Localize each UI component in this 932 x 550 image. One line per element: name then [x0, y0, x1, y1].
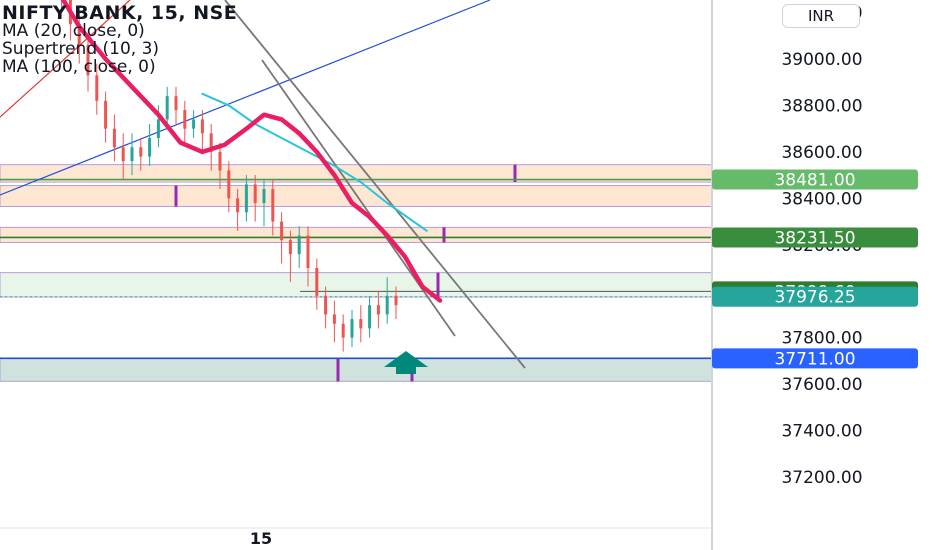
candle-body-38	[332, 314, 336, 324]
candle-body-17	[148, 137, 152, 157]
candle-body-16	[139, 147, 143, 157]
candle-body-26	[227, 170, 231, 199]
price-tick-3: 38600.00	[781, 143, 862, 163]
price-chart[interactable]: 39200.0039000.0038800.0038600.0038400.00…	[0, 0, 932, 550]
candle-body-33	[288, 240, 292, 255]
candle-body-41	[359, 319, 363, 329]
trendline-gray-1	[224, 0, 526, 369]
candle-body-39	[341, 323, 345, 338]
price-tick-8: 37400.00	[781, 422, 862, 442]
price-tick-9: 37200.00	[781, 468, 862, 488]
indicator-ma100-label[interactable]: MA (100, close, 0)	[2, 58, 237, 76]
candle-body-42	[368, 305, 372, 329]
candle-body-45	[394, 295, 398, 306]
candle-body-34	[297, 235, 301, 255]
candle-body-30	[262, 189, 266, 203]
chart-legend: NIFTY BANK, 15, NSE MA (20, close, 0) Su…	[2, 2, 238, 77]
ma100-line	[201, 92, 428, 232]
candle-body-27	[236, 198, 240, 213]
candle-body-37	[324, 295, 328, 315]
candle-body-20	[174, 96, 178, 111]
price-label-1: 38231.50	[774, 228, 855, 248]
candle-body-11	[95, 75, 99, 101]
currency-button[interactable]: INR	[782, 4, 860, 28]
candle-body-21	[183, 110, 187, 129]
time-tick-0: 15	[250, 529, 272, 548]
candle-body-36	[315, 268, 319, 296]
candle-body-22	[192, 119, 196, 129]
candle-body-29	[253, 184, 257, 203]
candle-body-18	[156, 119, 160, 138]
candle-body-44	[385, 295, 389, 315]
candle-body-31	[271, 189, 275, 222]
zone-4	[0, 357, 713, 382]
candle-body-14	[121, 147, 125, 162]
indicator-supertrend-label[interactable]: Supertrend (10, 3)	[2, 40, 237, 58]
candle-body-12	[104, 100, 108, 129]
zone-3	[0, 272, 713, 298]
chart-container: 39200.0039000.0038800.0038600.0038400.00…	[0, 0, 932, 550]
candle-body-15	[130, 147, 134, 162]
candle-body-40	[350, 319, 354, 338]
symbol-title: NIFTY BANK, 15, NSE	[2, 2, 238, 24]
candle-body-13	[112, 128, 116, 148]
candle-body-25	[218, 151, 222, 171]
price-tick-7: 37600.00	[781, 375, 862, 395]
candle-body-32	[280, 221, 284, 241]
price-tick-2: 38800.00	[781, 96, 862, 116]
candle-body-23	[200, 119, 204, 134]
price-label-3: 37976.25	[774, 288, 855, 308]
price-label-0: 38481.00	[774, 171, 855, 191]
indicator-ma20-label[interactable]: MA (20, close, 0)	[2, 22, 237, 40]
price-tick-1: 39000.00	[781, 50, 862, 70]
candle-body-43	[376, 305, 380, 315]
candle-body-35	[306, 235, 310, 268]
zone-2	[0, 226, 713, 243]
price-label-4: 37711.00	[774, 349, 855, 369]
price-tick-6: 37800.00	[781, 329, 862, 349]
candle-body-28	[244, 184, 248, 213]
candle-body-19	[165, 96, 169, 120]
price-tick-4: 38400.00	[781, 189, 862, 209]
